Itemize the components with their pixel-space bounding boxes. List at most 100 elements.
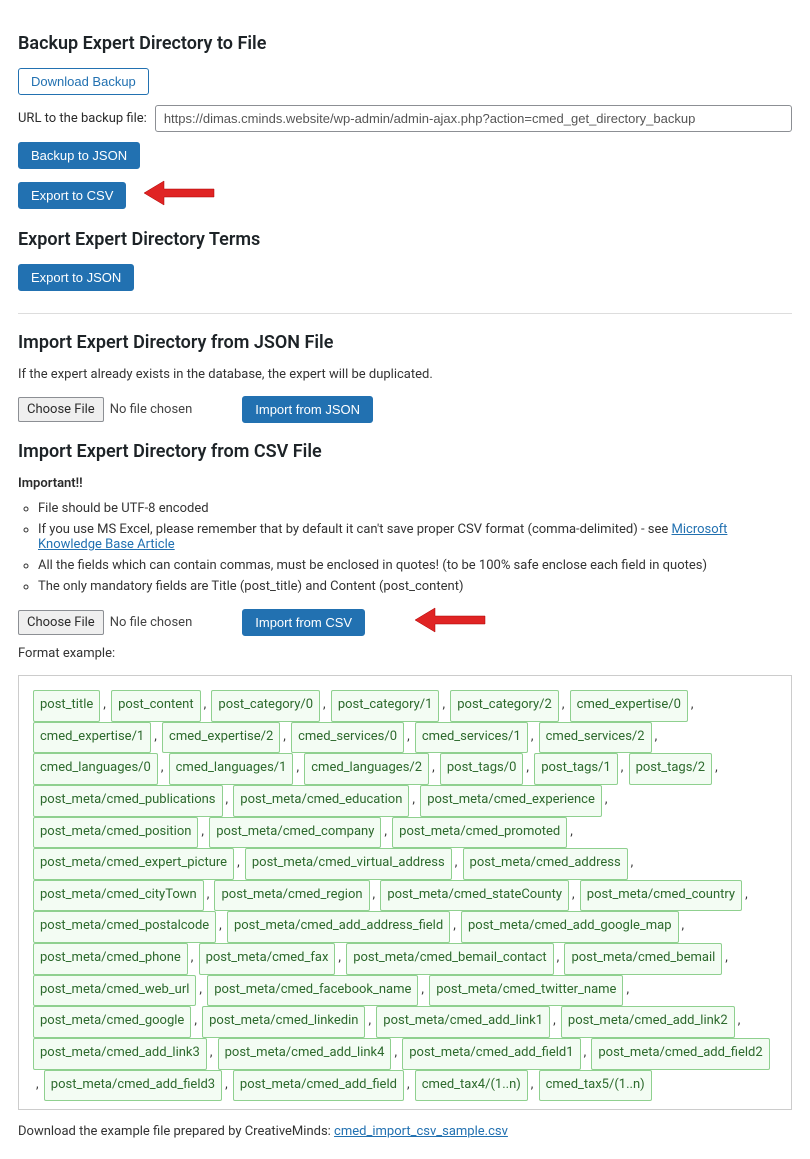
comma-separator: ,: [151, 729, 159, 744]
comma-separator: ,: [409, 792, 417, 807]
download-sample-link[interactable]: cmed_import_csv_sample.csv: [334, 1124, 508, 1139]
comma-separator: ,: [559, 697, 567, 712]
comma-separator: ,: [198, 824, 206, 839]
format-field-tag: post_meta/cmed_add_field: [233, 1070, 404, 1102]
format-example-box: post_title, post_content, post_category/…: [18, 675, 792, 1110]
comma-separator: ,: [528, 729, 536, 744]
comma-separator: ,: [569, 887, 577, 902]
comma-separator: ,: [712, 760, 720, 775]
format-field-tag: post_meta/cmed_add_google_map: [461, 911, 679, 943]
backup-url-label: URL to the backup file:: [18, 111, 147, 126]
comma-separator: ,: [335, 950, 343, 965]
comma-separator: ,: [365, 1013, 373, 1028]
format-field-tag: post_category/2: [450, 690, 559, 722]
format-field-tag: post_meta/cmed_stateCounty: [380, 880, 569, 912]
export-terms-json-button[interactable]: Export to JSON: [18, 264, 134, 291]
backup-url-input[interactable]: [155, 105, 792, 132]
format-field-tag: post_meta/cmed_add_field2: [591, 1038, 769, 1070]
comma-separator: ,: [523, 760, 531, 775]
format-field-tag: post_tags/1: [534, 753, 618, 785]
comma-separator: ,: [735, 1013, 743, 1028]
export-terms-heading: Export Expert Directory Terms: [18, 229, 792, 250]
format-field-tag: cmed_tax4/(1..n): [415, 1070, 528, 1102]
format-field-tag: cmed_services/2: [539, 722, 652, 754]
arrow-icon: [415, 606, 495, 638]
comma-separator: ,: [567, 824, 575, 839]
format-field-tag: cmed_expertise/1: [33, 722, 151, 754]
import-from-csv-button[interactable]: Import from CSV: [242, 609, 365, 636]
format-field-tag: cmed_languages/0: [33, 753, 158, 785]
comma-separator: ,: [201, 697, 209, 712]
format-field-tag: post_meta/cmed_bemail_contact: [346, 943, 553, 975]
format-field-tag: post_meta/cmed_cityTown: [33, 880, 204, 912]
comma-separator: ,: [528, 1077, 536, 1092]
comma-separator: ,: [602, 792, 610, 807]
arrow-icon: [144, 179, 224, 211]
comma-separator: ,: [158, 760, 166, 775]
comma-separator: ,: [679, 918, 687, 933]
format-field-tag: post_meta/cmed_bemail: [564, 943, 722, 975]
list-item: The only mandatory fields are Title (pos…: [38, 579, 792, 594]
format-field-tag: cmed_services/0: [291, 722, 404, 754]
comma-separator: ,: [742, 887, 750, 902]
format-field-tag: post_meta/cmed_phone: [33, 943, 188, 975]
format-field-tag: cmed_languages/1: [169, 753, 294, 785]
format-field-tag: cmed_expertise/2: [162, 722, 280, 754]
backup-to-json-button[interactable]: Backup to JSON: [18, 142, 140, 169]
format-field-tag: post_tags/2: [629, 753, 713, 785]
comma-separator: ,: [618, 760, 626, 775]
format-field-tag: post_meta/cmed_add_field1: [402, 1038, 580, 1070]
format-field-tag: post_meta/cmed_expert_picture: [33, 848, 234, 880]
format-field-tag: post_meta/cmed_education: [233, 785, 409, 817]
comma-separator: ,: [554, 950, 562, 965]
format-example-label: Format example:: [18, 646, 792, 661]
important-label: Important!!: [18, 476, 792, 491]
comma-separator: ,: [391, 1045, 399, 1060]
comma-separator: ,: [722, 950, 730, 965]
comma-separator: ,: [450, 918, 458, 933]
choose-file-csv-button[interactable]: Choose File: [18, 610, 104, 635]
format-field-tag: post_meta/cmed_web_url: [33, 975, 196, 1007]
comma-separator: ,: [452, 855, 460, 870]
choose-file-json-button[interactable]: Choose File: [18, 397, 104, 422]
comma-separator: ,: [234, 855, 242, 870]
csv-notes-list: File should be UTF-8 encoded If you use …: [38, 501, 792, 594]
download-backup-button[interactable]: Download Backup: [18, 68, 149, 95]
comma-separator: ,: [216, 918, 224, 933]
backup-heading: Backup Expert Directory to File: [18, 33, 792, 54]
format-field-tag: post_meta/cmed_publications: [33, 785, 223, 817]
format-field-tag: post_meta/cmed_linkedin: [202, 1006, 365, 1038]
comma-separator: ,: [688, 697, 696, 712]
format-field-tag: post_meta/cmed_region: [214, 880, 369, 912]
format-field-tag: post_meta/cmed_postalcode: [33, 911, 216, 943]
format-field-tag: post_meta/cmed_promoted: [392, 817, 567, 849]
format-field-tag: post_meta/cmed_add_link4: [218, 1038, 392, 1070]
format-field-tag: post_title: [33, 690, 100, 722]
comma-separator: ,: [196, 982, 204, 997]
format-field-tag: post_meta/cmed_virtual_address: [245, 848, 452, 880]
list-item-text: If you use MS Excel, please remember tha…: [38, 522, 672, 537]
format-field-tag: post_meta/cmed_address: [463, 848, 628, 880]
comma-separator: ,: [628, 855, 636, 870]
format-field-tag: cmed_languages/2: [304, 753, 429, 785]
format-field-tag: post_tags/0: [440, 753, 524, 785]
comma-separator: ,: [418, 982, 426, 997]
comma-separator: ,: [370, 887, 378, 902]
comma-separator: ,: [652, 729, 660, 744]
export-to-csv-button[interactable]: Export to CSV: [18, 182, 126, 209]
import-csv-heading: Import Expert Directory from CSV File: [18, 441, 792, 462]
download-sample-line: Download the example file prepared by Cr…: [18, 1124, 792, 1139]
format-field-tag: post_meta/cmed_experience: [420, 785, 602, 817]
format-field-tag: post_meta/cmed_add_field3: [44, 1070, 222, 1102]
comma-separator: ,: [404, 1077, 412, 1092]
format-field-tag: post_meta/cmed_facebook_name: [207, 975, 418, 1007]
import-from-json-button[interactable]: Import from JSON: [242, 396, 373, 423]
list-item: File should be UTF-8 encoded: [38, 501, 792, 516]
list-item: If you use MS Excel, please remember tha…: [38, 522, 792, 552]
comma-separator: ,: [223, 792, 231, 807]
comma-separator: ,: [429, 760, 437, 775]
divider: [18, 313, 792, 314]
format-field-tag: post_meta/cmed_add_link3: [33, 1038, 207, 1070]
comma-separator: ,: [222, 1077, 230, 1092]
format-field-tag: post_meta/cmed_add_address_field: [227, 911, 450, 943]
